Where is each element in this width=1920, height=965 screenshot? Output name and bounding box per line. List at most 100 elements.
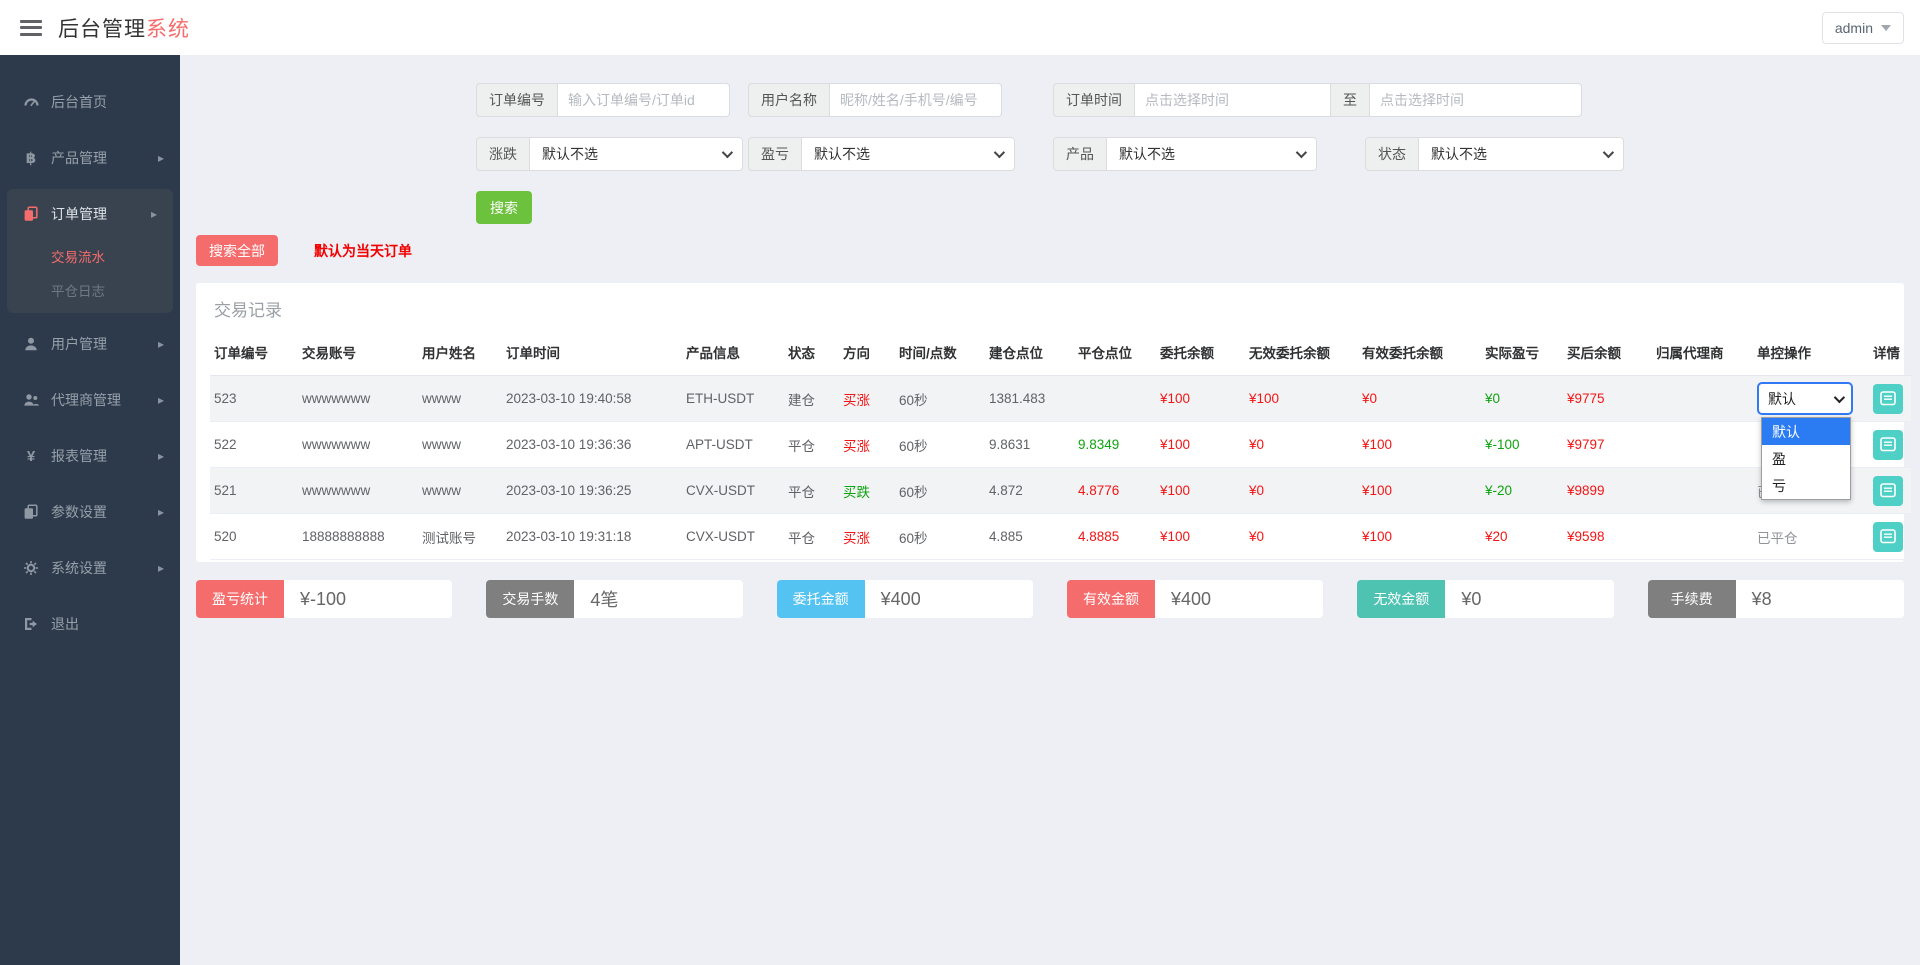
- cell: 2023-03-10 19:40:58: [502, 375, 682, 422]
- agents-icon: [20, 392, 42, 408]
- cell: wwwwwww: [298, 375, 418, 422]
- detail-button[interactable]: [1873, 475, 1903, 506]
- cell: 买涨: [839, 421, 895, 468]
- stats-row: 盈亏统计 ¥-100 交易手数 4笔 委托金额 ¥400 有效金额 ¥400 无效金额 ¥0 手续费…: [196, 580, 1904, 618]
- sidebar-group-orders: 订单管理 ▸ 交易流水 平仓日志: [7, 189, 173, 313]
- user-name-input[interactable]: [830, 83, 1002, 117]
- order-no-input[interactable]: [558, 83, 730, 117]
- user-name-label: 用户名称: [748, 83, 830, 117]
- cell: ¥100: [1156, 513, 1245, 560]
- logout-icon: [20, 616, 42, 632]
- table-row: 521 wwwwwww wwww 2023-03-10 19:36:25 CVX-USD…: [210, 467, 1911, 514]
- column-header: 无效委托余额: [1245, 333, 1358, 376]
- admin-dropdown-button[interactable]: admin: [1821, 11, 1904, 44]
- sidebar-item-users[interactable]: 用户管理 ▸: [0, 319, 180, 369]
- status-select[interactable]: 默认不选: [1419, 137, 1624, 171]
- cell: 4.8776: [1074, 467, 1156, 514]
- sidebar-item-params[interactable]: 参数设置 ▸: [0, 487, 180, 537]
- sidebar-item-label: 代理商管理: [51, 392, 121, 408]
- profit-select[interactable]: 默认不选: [802, 137, 1015, 171]
- detail-cell: [1869, 421, 1911, 468]
- sidebar-item-orders[interactable]: 订单管理 ▸: [7, 189, 173, 239]
- cell: ¥100: [1156, 421, 1245, 468]
- order-no-label: 订单编号: [476, 83, 558, 117]
- control-dropdown-menu: 默认盈亏: [1761, 417, 1851, 500]
- end-time-input[interactable]: [1370, 83, 1582, 117]
- cell: 60秒: [895, 375, 985, 422]
- cell: ¥-100: [1481, 421, 1563, 468]
- column-header: 买后余额: [1563, 333, 1652, 376]
- detail-button[interactable]: [1873, 521, 1903, 552]
- cell: 测试账号: [418, 513, 502, 560]
- cell: 4.885: [985, 513, 1074, 560]
- table-header-row: 订单编号 交易账号 用户姓名 订单时间 产品信息 状态 方向 时间/点数 建仓点位 平仓点位 委托余…: [210, 333, 1911, 376]
- start-time-input[interactable]: [1135, 83, 1331, 117]
- order-no-filter: 订单编号: [476, 83, 730, 117]
- product-select[interactable]: 默认不选: [1107, 137, 1317, 171]
- detail-cell: [1869, 375, 1911, 422]
- stat-label: 盈亏统计: [196, 580, 284, 618]
- column-header: 用户姓名: [418, 333, 502, 376]
- sidebar-item-agents[interactable]: 代理商管理 ▸: [0, 375, 180, 425]
- to-label: 至: [1331, 83, 1370, 117]
- sidebar-item-system[interactable]: 系统设置 ▸: [0, 543, 180, 593]
- cell: 2023-03-10 19:36:25: [502, 467, 682, 514]
- cell: [1652, 467, 1753, 514]
- cell: ¥100: [1358, 467, 1481, 514]
- detail-button[interactable]: [1873, 383, 1903, 414]
- dropdown-option[interactable]: 亏: [1762, 472, 1850, 499]
- stat-value: ¥0: [1461, 588, 1482, 609]
- row-control-value: 默认: [1768, 390, 1796, 407]
- cell: CVX-USDT: [682, 467, 784, 514]
- row-control-select[interactable]: 默认: [1757, 382, 1853, 415]
- sidebar-item-products[interactable]: ฿ 产品管理 ▸: [0, 133, 180, 183]
- cell: ¥100: [1156, 375, 1245, 422]
- cell: 9.8349: [1074, 421, 1156, 468]
- sidebar-subitem-trade-flow[interactable]: 交易流水: [7, 239, 173, 273]
- sidebar-item-label: 系统设置: [51, 560, 107, 576]
- app-title: 后台管理系统: [58, 13, 190, 43]
- stat-group: 无效金额 ¥0: [1357, 580, 1614, 618]
- main-content: 订单编号 用户名称 订单时间 至 涨跌 默认不选 盈亏 默认不选 产品: [180, 55, 1920, 642]
- profit-filter: 盈亏 默认不选: [748, 137, 1015, 171]
- detail-button[interactable]: [1873, 429, 1903, 460]
- trade-records-card: 交易记录 订单编号 交易账号 用户姓名 订单时间 产品信息 状态 方向 时间/点数 建仓点位 平仓…: [196, 283, 1911, 562]
- sidebar-subitem-close-log[interactable]: 平仓日志: [7, 273, 173, 307]
- stat-value: 4笔: [590, 590, 619, 610]
- dropdown-option[interactable]: 盈: [1762, 445, 1850, 472]
- cell: 1381.483: [985, 375, 1074, 422]
- column-header: 方向: [839, 333, 895, 376]
- sidebar-item-logout[interactable]: 退出: [0, 599, 180, 649]
- admin-username: admin: [1834, 19, 1873, 36]
- updown-select[interactable]: 默认不选: [530, 137, 743, 171]
- cell: ¥0: [1245, 467, 1358, 514]
- dashboard-icon: [20, 94, 42, 110]
- copy-icon: [20, 504, 42, 520]
- status-label: 状态: [1365, 137, 1419, 171]
- yen-icon: ¥: [26, 447, 36, 465]
- dropdown-option[interactable]: 默认: [1762, 418, 1850, 445]
- updown-filter: 涨跌 默认不选: [476, 137, 743, 171]
- search-all-button[interactable]: 搜索全部: [196, 235, 278, 266]
- cell: 平仓: [784, 421, 839, 468]
- cell: wwww: [418, 421, 502, 468]
- search-button[interactable]: 搜索: [476, 191, 532, 224]
- cell: ¥100: [1358, 421, 1481, 468]
- cell: ¥0: [1245, 421, 1358, 468]
- chevron-right-icon: ▸: [157, 393, 164, 407]
- stat-label: 无效金额: [1357, 580, 1446, 618]
- cell: APT-USDT: [682, 421, 784, 468]
- sidebar-item-home[interactable]: 后台首页: [0, 77, 180, 127]
- sidebar-item-reports[interactable]: ¥ 报表管理 ▸: [0, 431, 180, 481]
- stat-value: ¥8: [1751, 588, 1772, 609]
- cell: wwww: [418, 375, 502, 422]
- cell: 买涨: [839, 375, 895, 422]
- cell: ¥9797: [1563, 421, 1652, 468]
- table-row: 520 18888888888 测试账号 2023-03-10 19:31:18 CVX…: [210, 513, 1911, 560]
- user-icon: [20, 336, 42, 352]
- cell: 522: [210, 421, 298, 468]
- hamburger-menu-icon[interactable]: [20, 19, 42, 36]
- cell: ¥100: [1156, 467, 1245, 514]
- sidebar-item-label: 参数设置: [51, 504, 107, 520]
- stat-label: 委托金额: [776, 580, 865, 618]
